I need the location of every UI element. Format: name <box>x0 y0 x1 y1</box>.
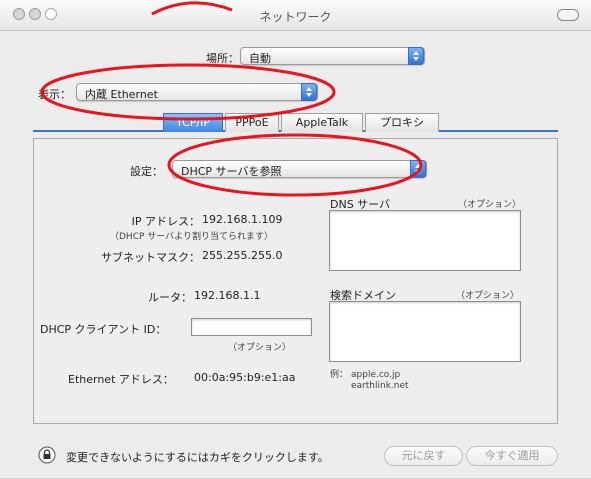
annotation-arc-top <box>151 1 233 16</box>
network-preferences-window: ネットワーク 場所： 自動 表示： 内蔵 Ethernet TCP/IP PPP… <box>0 0 591 479</box>
annotation-overlay <box>40 1 423 197</box>
annotation-ellipse-show <box>40 63 336 121</box>
annotation-ellipse-configure <box>167 133 423 197</box>
